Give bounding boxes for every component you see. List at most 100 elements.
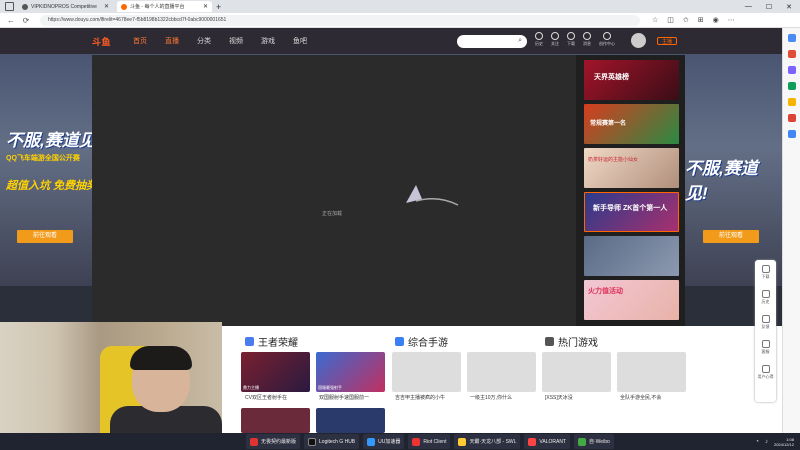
- live-card[interactable]: [542, 352, 611, 392]
- tab-close-icon[interactable]: ✕: [203, 3, 208, 10]
- thumb-1[interactable]: 常规赛第一名: [584, 104, 679, 144]
- follow-icon: [551, 32, 559, 40]
- task-app[interactable]: UU加速器: [363, 434, 405, 449]
- task-label: 无畏契约最新版: [261, 439, 297, 445]
- search-icon[interactable]: [787, 34, 796, 42]
- nav-yuba[interactable]: 鱼吧: [293, 36, 307, 46]
- nav-live[interactable]: 直播: [165, 36, 179, 46]
- task-app[interactable]: Logitech G HUB: [304, 434, 360, 449]
- live-card[interactable]: [316, 408, 385, 433]
- tool-label: 历史: [761, 299, 770, 304]
- nav-category[interactable]: 分类: [197, 36, 211, 46]
- thumb-5[interactable]: 火力值活动: [584, 280, 679, 320]
- avatar[interactable]: [631, 33, 646, 48]
- tab-0[interactable]: VIPKIDNOPROS Competitive ✕: [18, 1, 113, 12]
- feedback-tool[interactable]: 反馈: [761, 315, 770, 330]
- thumb-2[interactable]: 奶茶好运的主能小仙女: [584, 148, 679, 188]
- sidebar-add-icon[interactable]: [787, 130, 796, 138]
- maximize-icon[interactable]: ☐: [766, 3, 772, 11]
- volume-icon[interactable]: ♪: [765, 439, 768, 445]
- clock[interactable]: 1:08 2024/12/12: [774, 437, 794, 447]
- new-tab-button[interactable]: +: [216, 2, 221, 12]
- thumb-0[interactable]: 天界英雄榜: [584, 60, 679, 100]
- section-title-mobile[interactable]: 综合手游: [395, 334, 448, 349]
- tools-icon[interactable]: [787, 66, 796, 74]
- live-card[interactable]: [467, 352, 536, 392]
- live-card[interactable]: 鼎力主播: [241, 352, 310, 392]
- section-title-hot[interactable]: 热门游戏: [545, 334, 598, 349]
- task-app[interactable]: 天霸·天龙八部 - SWL: [454, 434, 521, 449]
- history-button[interactable]: 历史: [535, 32, 543, 47]
- url-field[interactable]: https://www.douyu.com/lfirelit=4678ee7-f…: [40, 14, 640, 26]
- service-tool[interactable]: 客服: [761, 340, 770, 355]
- tab-favicon-icon: [22, 3, 28, 10]
- task-label: Riot Client: [423, 438, 447, 445]
- more-icon[interactable]: ⋯: [728, 16, 735, 24]
- network-icon[interactable]: ◔: [755, 439, 759, 445]
- section-title-honor[interactable]: 王者荣耀: [245, 334, 298, 349]
- task-app[interactable]: VALORANT: [524, 434, 571, 449]
- download-button[interactable]: 下载: [567, 32, 575, 47]
- tool-label: 反馈: [761, 324, 770, 329]
- task-app[interactable]: Riot Client: [408, 434, 451, 449]
- task-app[interactable]: 自·Weibo: [574, 434, 614, 449]
- back-icon[interactable]: ←: [7, 16, 15, 25]
- card-title[interactable]: 双国服射手速国服前一: [319, 394, 388, 401]
- live-card[interactable]: [241, 408, 310, 433]
- shield-icon: [761, 365, 770, 373]
- app-icon: [250, 437, 258, 446]
- card-title[interactable]: 全队手游全民,不会: [620, 394, 689, 401]
- nav-games[interactable]: 游戏: [261, 36, 275, 46]
- card-label: 国服最强射手: [318, 385, 342, 390]
- creator-button[interactable]: 创作中心: [599, 32, 615, 47]
- tab-close-icon[interactable]: ✕: [104, 3, 109, 10]
- search-icon[interactable]: ⌕: [518, 37, 522, 45]
- history-tool[interactable]: 历史: [761, 290, 770, 305]
- thumb-label: 常规赛第一名: [590, 121, 627, 127]
- nav-video[interactable]: 视频: [229, 36, 243, 46]
- outlook-icon[interactable]: [787, 114, 796, 122]
- nav-home[interactable]: 首页: [133, 36, 147, 46]
- tab-actions-icon[interactable]: [5, 2, 14, 11]
- office-icon[interactable]: [787, 98, 796, 106]
- split-icon[interactable]: ◫: [667, 16, 674, 24]
- thumb-label: 天界英雄榜: [594, 74, 629, 81]
- app-icon: [528, 437, 537, 446]
- user-badge[interactable]: 主播: [657, 37, 677, 45]
- watch-button-right[interactable]: 前往观看: [703, 230, 759, 243]
- tips-tool[interactable]: 用户心得: [758, 365, 774, 380]
- card-label: 鼎力主播: [243, 385, 259, 390]
- shopping-icon[interactable]: [787, 50, 796, 58]
- live-card[interactable]: 国服最强射手: [316, 352, 385, 392]
- thumb-label: 新手导师 ZK首个第一人: [593, 205, 668, 212]
- collections-icon[interactable]: ⊞: [698, 16, 704, 24]
- search-input[interactable]: ⌕: [457, 35, 527, 48]
- tab-1[interactable]: 斗鱼 - 每个人的直播平台 ✕: [117, 1, 212, 12]
- watch-button-left[interactable]: 前往观看: [17, 230, 73, 243]
- star-icon[interactable]: ☆: [652, 16, 658, 24]
- thumb-4[interactable]: [584, 236, 679, 276]
- task-app[interactable]: 无畏契约最新版: [246, 434, 301, 449]
- profile-icon[interactable]: ◉: [713, 16, 719, 24]
- card-title[interactable]: [XSS]天冰没: [545, 394, 614, 401]
- minimize-icon[interactable]: —: [745, 3, 752, 11]
- site-logo[interactable]: 斗鱼: [92, 35, 111, 48]
- screen: VIPKIDNOPROS Competitive ✕ 斗鱼 - 每个人的直播平台…: [0, 0, 800, 450]
- video-player[interactable]: 正在加载: [92, 55, 576, 326]
- live-card[interactable]: [617, 352, 686, 392]
- follow-button[interactable]: 关注: [551, 32, 559, 47]
- refresh-icon[interactable]: ⟳: [22, 16, 30, 25]
- live-card[interactable]: [392, 352, 461, 392]
- message-button[interactable]: 消息: [583, 32, 591, 47]
- task-label: 自·Weibo: [589, 439, 610, 445]
- card-title[interactable]: CV双区王者射手在: [245, 394, 314, 401]
- close-window-icon[interactable]: ✕: [786, 3, 792, 11]
- favorites-icon[interactable]: ✩: [683, 16, 689, 24]
- download-tool[interactable]: 下载: [761, 265, 770, 280]
- history-icon: [535, 32, 543, 40]
- card-title[interactable]: 吉吉甲主播被疯的小牛: [395, 394, 464, 401]
- card-title[interactable]: 一级主10万,你什么: [470, 394, 539, 401]
- thumb-3[interactable]: 新手导师 ZK首个第一人: [584, 192, 679, 232]
- games-icon[interactable]: [787, 82, 796, 90]
- loading-text: 正在加载: [322, 211, 343, 217]
